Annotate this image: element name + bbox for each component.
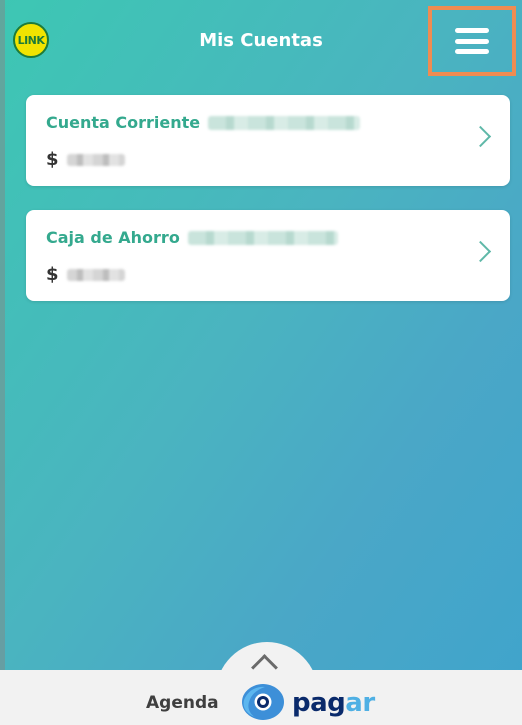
chevron-right-icon — [469, 240, 492, 263]
pagar-brand-part1: pag — [292, 688, 346, 718]
mis-cuentas-screen: LINK Mis Cuentas Cuenta Corriente $ Caja… — [0, 0, 522, 725]
account-name: Cuenta Corriente — [46, 113, 201, 132]
agenda-link[interactable]: Agenda — [146, 693, 219, 713]
currency-symbol: $ — [46, 149, 59, 170]
currency-symbol: $ — [46, 264, 59, 285]
balance-blurred — [66, 153, 125, 166]
account-card-caja-de-ahorro[interactable]: Caja de Ahorro $ — [26, 210, 510, 301]
pagar-logo-icon[interactable] — [241, 683, 285, 721]
account-balance-row: $ — [46, 264, 125, 285]
account-name: Caja de Ahorro — [46, 228, 180, 247]
account-number-blurred — [208, 115, 361, 130]
account-card-cuenta-corriente[interactable]: Cuenta Corriente $ — [26, 95, 510, 186]
hamburger-menu-icon — [455, 28, 489, 54]
account-name-row: Caja de Ahorro — [46, 228, 338, 247]
account-name-row: Cuenta Corriente — [46, 113, 361, 132]
account-number-blurred — [187, 230, 338, 245]
screen-edge — [0, 0, 5, 725]
pagar-brand-part2: ar — [345, 688, 375, 718]
pagar-brand[interactable]: pagar — [292, 688, 375, 718]
app-header: LINK Mis Cuentas — [0, 0, 522, 80]
menu-button[interactable] — [428, 6, 516, 76]
balance-blurred — [66, 268, 125, 281]
chevron-right-icon — [469, 125, 492, 148]
chevron-up-icon — [251, 654, 278, 681]
account-balance-row: $ — [46, 149, 125, 170]
